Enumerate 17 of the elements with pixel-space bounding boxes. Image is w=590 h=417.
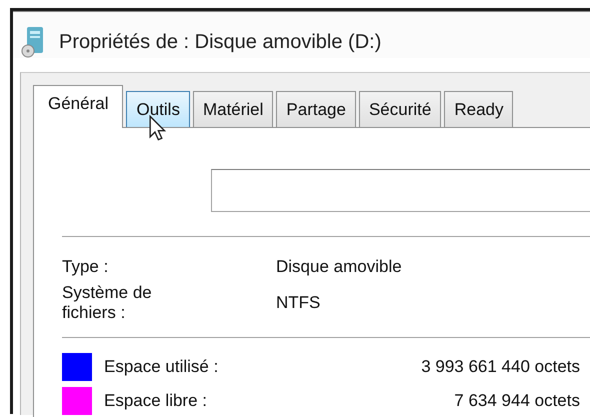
name-field[interactable]	[211, 169, 590, 212]
tab[interactable]: Outils	[126, 91, 190, 127]
tab[interactable]: Ready	[444, 91, 514, 127]
tab[interactable]: Partage	[276, 91, 356, 127]
tab[interactable]: Matériel	[192, 91, 274, 127]
space-value: 7 634 944 octets	[453, 391, 580, 411]
space-label: Espace libre :	[104, 391, 208, 411]
property-value: Disque amovible	[276, 257, 403, 277]
space-label: Espace utilisé :	[104, 357, 220, 377]
property-label: Type :	[62, 257, 110, 277]
drive-icon	[21, 26, 45, 58]
space-value: 3 993 661 440 octets	[420, 357, 580, 377]
property-value: NTFS	[276, 293, 322, 313]
window-title: Propriétés de : Disque amovible (D:)	[59, 30, 382, 54]
tab[interactable]: Sécurité	[358, 91, 442, 127]
tab[interactable]: Général	[33, 85, 124, 128]
property-label: Système de fichiers :	[62, 283, 153, 323]
